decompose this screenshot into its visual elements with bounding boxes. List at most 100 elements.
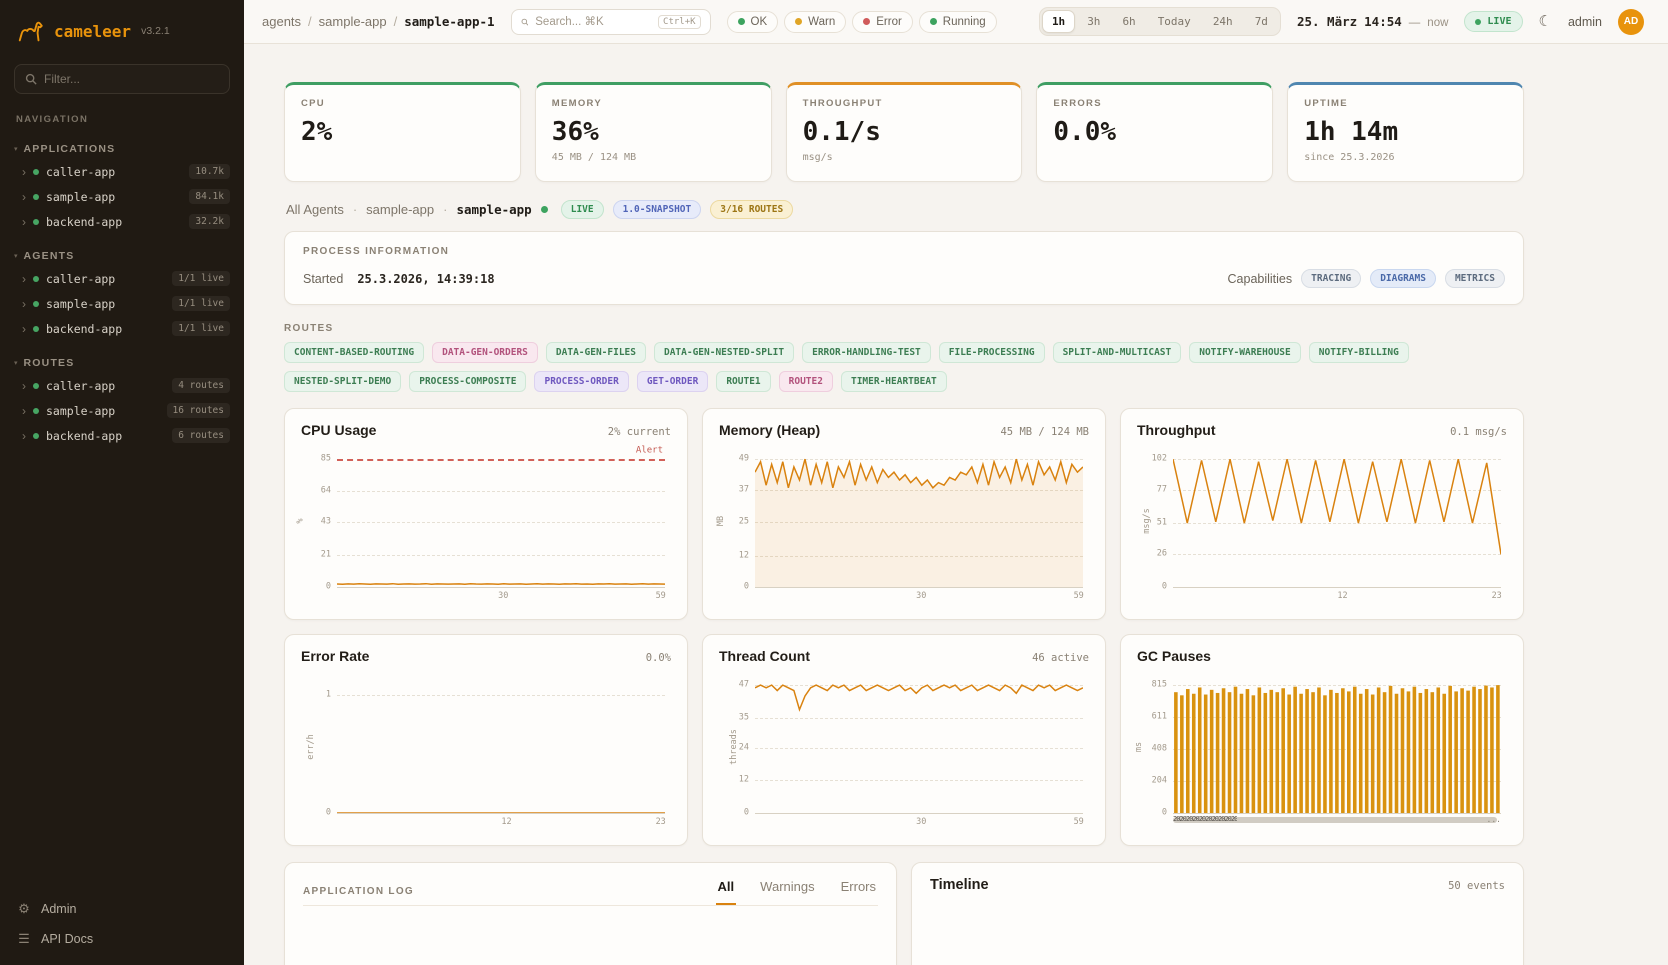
filter-chip-label: Running — [943, 16, 986, 28]
chart-y-axis-unit: ms — [1134, 742, 1144, 752]
chart-header: CPU Usage2% current — [301, 422, 671, 438]
capability-chip-tracing: TRACING — [1301, 269, 1361, 288]
route-chip-content-based-routing[interactable]: CONTENT-BASED-ROUTING — [284, 342, 424, 363]
sidebar-item-sample-app[interactable]: ›sample-app84.1k — [0, 184, 244, 209]
chart-y-axis-unit: err/h — [306, 735, 316, 761]
log-tab-all[interactable]: All — [716, 877, 737, 905]
sidebar-item-sample-app[interactable]: ›sample-app16 routes — [0, 398, 244, 423]
status-dot — [33, 169, 39, 175]
chart-title: Error Rate — [301, 648, 369, 664]
breadcrumb-agents[interactable]: agents — [262, 14, 301, 29]
live-status-badge[interactable]: LIVE — [1464, 11, 1522, 32]
gridline — [337, 813, 665, 814]
sidebar-item-api-docs[interactable]: ☰ API Docs — [16, 931, 228, 947]
route-chip-notify-warehouse[interactable]: NOTIFY-WAREHOUSE — [1189, 342, 1301, 363]
capability-chip-metrics: METRICS — [1445, 269, 1505, 288]
range-button-6h[interactable]: 6h — [1112, 10, 1145, 33]
sidebar-item-backend-app[interactable]: ›backend-app32.2k — [0, 209, 244, 234]
filter-chip-warn[interactable]: Warn — [784, 11, 846, 33]
sidebar-item-caller-app[interactable]: ›caller-app4 routes — [0, 373, 244, 398]
route-chip-data-gen-orders[interactable]: DATA-GEN-ORDERS — [432, 342, 538, 363]
chart-plot: 4735241203059 — [755, 674, 1083, 813]
application-log-card: APPLICATION LOG AllWarningsErrors — [284, 862, 897, 965]
route-chip-data-gen-files[interactable]: DATA-GEN-FILES — [546, 342, 646, 363]
range-button-1h[interactable]: 1h — [1042, 10, 1075, 33]
breadcrumb-separator: / — [308, 14, 312, 29]
log-tab-warnings[interactable]: Warnings — [758, 877, 816, 905]
route-chip-process-composite[interactable]: PROCESS-COMPOSITE — [409, 371, 526, 392]
route-chip-get-order[interactable]: GET-ORDER — [637, 371, 708, 392]
section-caret-icon: ▾ — [14, 359, 18, 367]
range-button-24h[interactable]: 24h — [1203, 10, 1243, 33]
sidebar-section-header[interactable]: ▾ROUTES — [0, 353, 244, 373]
line-series — [337, 674, 665, 813]
x-tick-label: 59 — [1074, 817, 1084, 827]
route-chip-split-and-multicast[interactable]: SPLIT-AND-MULTICAST — [1053, 342, 1182, 363]
chart-meta: 46 active — [1032, 652, 1089, 664]
date-label: 25. März — [1297, 14, 1357, 29]
sidebar-item-caller-app[interactable]: ›caller-app10.7k — [0, 159, 244, 184]
sidebar-item-backend-app[interactable]: ›backend-app1/1 live — [0, 316, 244, 341]
status-dot — [33, 194, 39, 200]
sidebar-item-label: caller-app — [46, 165, 115, 179]
filter-input[interactable] — [44, 72, 219, 86]
range-end-label: now — [1427, 17, 1448, 29]
log-tab-errors[interactable]: Errors — [839, 877, 878, 905]
app-logo[interactable]: cameleer v3.2.1 — [0, 0, 244, 56]
stat-card-memory: MEMORY36%45 MB / 124 MB — [535, 82, 772, 182]
status-dot — [33, 301, 39, 307]
chart-plot: 815611408204020202020202020202020... — [1173, 674, 1501, 813]
chart-y-axis-unit: threads — [729, 730, 739, 766]
x-tick-label: 23 — [1492, 591, 1502, 601]
y-tick-label: 47 — [739, 680, 749, 690]
user-avatar[interactable]: AD — [1618, 9, 1644, 35]
status-dot — [863, 18, 870, 25]
moon-icon: ☾ — [1539, 13, 1552, 30]
route-chip-notify-billing[interactable]: NOTIFY-BILLING — [1309, 342, 1409, 363]
route-chip-file-processing[interactable]: FILE-PROCESSING — [939, 342, 1045, 363]
log-header: APPLICATION LOG AllWarningsErrors — [303, 877, 878, 906]
route-chip-error-handling-test[interactable]: ERROR-HANDLING-TEST — [802, 342, 931, 363]
sidebar-item-badge: 10.7k — [189, 164, 230, 179]
agent-app-link[interactable]: sample-app — [366, 202, 434, 217]
x-tick-label: 59 — [656, 591, 666, 601]
breadcrumb-sample-app[interactable]: sample-app — [319, 14, 387, 29]
filter-chip-running[interactable]: Running — [919, 11, 997, 33]
status-dot — [33, 408, 39, 414]
route-chip-nested-split-demo[interactable]: NESTED-SPLIT-DEMO — [284, 371, 401, 392]
sidebar-item-backend-app[interactable]: ›backend-app6 routes — [0, 423, 244, 448]
sidebar-item-sample-app[interactable]: ›sample-app1/1 live — [0, 291, 244, 316]
route-chip-process-order[interactable]: PROCESS-ORDER — [534, 371, 628, 392]
route-chip-timer-heartbeat[interactable]: TIMER-HEARTBEAT — [841, 371, 947, 392]
sidebar-item-admin[interactable]: ⚙ Admin — [16, 901, 228, 917]
sidebar-item-badge: 1/1 live — [172, 321, 230, 336]
route-chip-data-gen-nested-split[interactable]: DATA-GEN-NESTED-SPLIT — [654, 342, 794, 363]
filter-chip-error[interactable]: Error — [852, 11, 913, 33]
bottom-row: APPLICATION LOG AllWarningsErrors Timeli… — [284, 862, 1524, 965]
chart-title: CPU Usage — [301, 422, 376, 438]
agent-badge-live: LIVE — [561, 200, 604, 219]
status-filter-group: OKWarn Error Running — [727, 11, 997, 33]
sidebar-item-label: backend-app — [46, 215, 122, 229]
range-button-3h[interactable]: 3h — [1077, 10, 1110, 33]
sidebar-item-caller-app[interactable]: ›caller-app1/1 live — [0, 266, 244, 291]
sidebar-item-label: sample-app — [46, 297, 115, 311]
stat-sub: 45 MB / 124 MB — [552, 152, 755, 163]
chart-y-axis-unit: % — [296, 519, 306, 524]
filter-chip-ok[interactable]: OK — [727, 11, 779, 33]
sidebar-filter-box[interactable] — [14, 64, 230, 94]
range-button-today[interactable]: Today — [1148, 10, 1201, 33]
status-dot — [33, 433, 39, 439]
range-button-7d[interactable]: 7d — [1245, 10, 1278, 33]
global-search[interactable]: Ctrl+K — [511, 9, 711, 35]
search-input[interactable] — [535, 16, 651, 28]
dark-mode-toggle[interactable]: ☾ — [1539, 14, 1552, 29]
timeline-header: Timeline 50 events — [930, 877, 1505, 893]
route-chip-route1[interactable]: ROUTE1 — [716, 371, 770, 392]
route-chip-route2[interactable]: ROUTE2 — [779, 371, 833, 392]
all-agents-link[interactable]: All Agents — [286, 202, 344, 217]
chart-card-gc-pauses: GC Pausesms81561140820402020202020202020… — [1120, 634, 1524, 846]
sidebar-section-header[interactable]: ▾AGENTS — [0, 246, 244, 266]
chart-card-error-rate: Error Rate0.0%err/h101223 — [284, 634, 688, 846]
sidebar-section-header[interactable]: ▾APPLICATIONS — [0, 139, 244, 159]
